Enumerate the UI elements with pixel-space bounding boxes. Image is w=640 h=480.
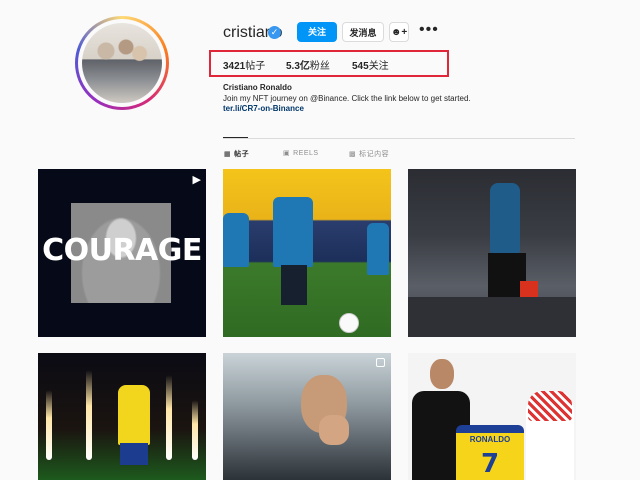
avatar-photo xyxy=(82,23,162,103)
player-figure xyxy=(223,213,249,267)
firework-spark xyxy=(192,400,198,460)
training-box xyxy=(520,281,538,297)
grid-icon: ▦ xyxy=(224,151,232,158)
post-tile-2[interactable] xyxy=(223,169,391,337)
player-figure xyxy=(118,385,150,445)
tab-reels-label: REELS xyxy=(293,150,319,157)
tab-tagged[interactable]: ▩ 标记内容 xyxy=(349,149,389,159)
tab-posts-label: 帖子 xyxy=(234,151,250,158)
active-tab-indicator xyxy=(223,137,248,138)
reels-icon: ▣ xyxy=(283,150,291,157)
avatar-border xyxy=(78,19,166,107)
reel-badge-icon: ▶ xyxy=(192,174,201,186)
more-options-icon[interactable]: ••• xyxy=(419,21,439,39)
firework-spark xyxy=(166,375,172,460)
tab-reels[interactable]: ▣ REELS xyxy=(283,149,319,157)
message-button[interactable]: 发消息 xyxy=(342,22,384,42)
post-overlay-text: COURAGE xyxy=(42,233,202,268)
person-add-icon: ☻+ xyxy=(390,27,408,38)
tagged-icon: ▩ xyxy=(349,151,357,158)
followers-count-label: 粉丝 xyxy=(309,61,330,72)
jersey-name-text: RONALDO xyxy=(469,435,511,444)
athlete-figure xyxy=(490,183,520,253)
tab-tagged-label: 标记内容 xyxy=(359,151,390,158)
posts-count-label: 帖子 xyxy=(245,61,266,72)
following-count-label: 关注 xyxy=(368,61,389,72)
tabs-divider xyxy=(223,138,575,139)
gym-floor xyxy=(408,297,576,337)
player-figure xyxy=(273,197,313,267)
posts-count: 3421 xyxy=(223,61,246,72)
tab-posts[interactable]: ▦ 帖子 xyxy=(224,149,249,159)
profile-bio: Join my NFT journey on @Binance. Click t… xyxy=(223,94,471,103)
player-head xyxy=(430,359,454,389)
post-tile-6[interactable]: RONALDO 7 xyxy=(408,353,576,480)
soccer-ball xyxy=(339,313,359,333)
waving-hand xyxy=(319,415,349,445)
follow-button[interactable]: 关注 xyxy=(297,22,337,42)
player-figure xyxy=(367,223,389,275)
profile-full-name: Cristiano Ronaldo xyxy=(223,83,292,92)
post-tile-4[interactable] xyxy=(38,353,206,480)
post-tile-1[interactable]: COURAGE ▶ xyxy=(38,169,206,337)
post-tile-3[interactable] xyxy=(408,169,576,337)
firework-spark xyxy=(46,390,52,460)
suggest-accounts-button[interactable]: ☻+ xyxy=(389,22,409,42)
verified-badge-icon: ✓ xyxy=(268,26,281,39)
following-count-stat[interactable]: 545关注 xyxy=(352,57,389,72)
profile-avatar[interactable] xyxy=(75,16,169,110)
official-headdress xyxy=(528,391,572,421)
firework-spark xyxy=(86,370,92,460)
following-count: 545 xyxy=(352,61,369,72)
followers-count: 5.3亿 xyxy=(286,61,310,72)
posts-count-stat[interactable]: 3421帖子 xyxy=(223,57,265,72)
player-shorts xyxy=(281,265,307,305)
player-shorts xyxy=(120,443,148,465)
profile-link[interactable]: ter.li/CR7-on-Binance xyxy=(223,104,304,113)
followers-count-stat[interactable]: 5.3亿粉丝 xyxy=(286,57,330,72)
jersey-number-text: 7 xyxy=(480,449,500,479)
carousel-badge-icon xyxy=(376,358,385,367)
post-tile-5[interactable] xyxy=(223,353,391,480)
